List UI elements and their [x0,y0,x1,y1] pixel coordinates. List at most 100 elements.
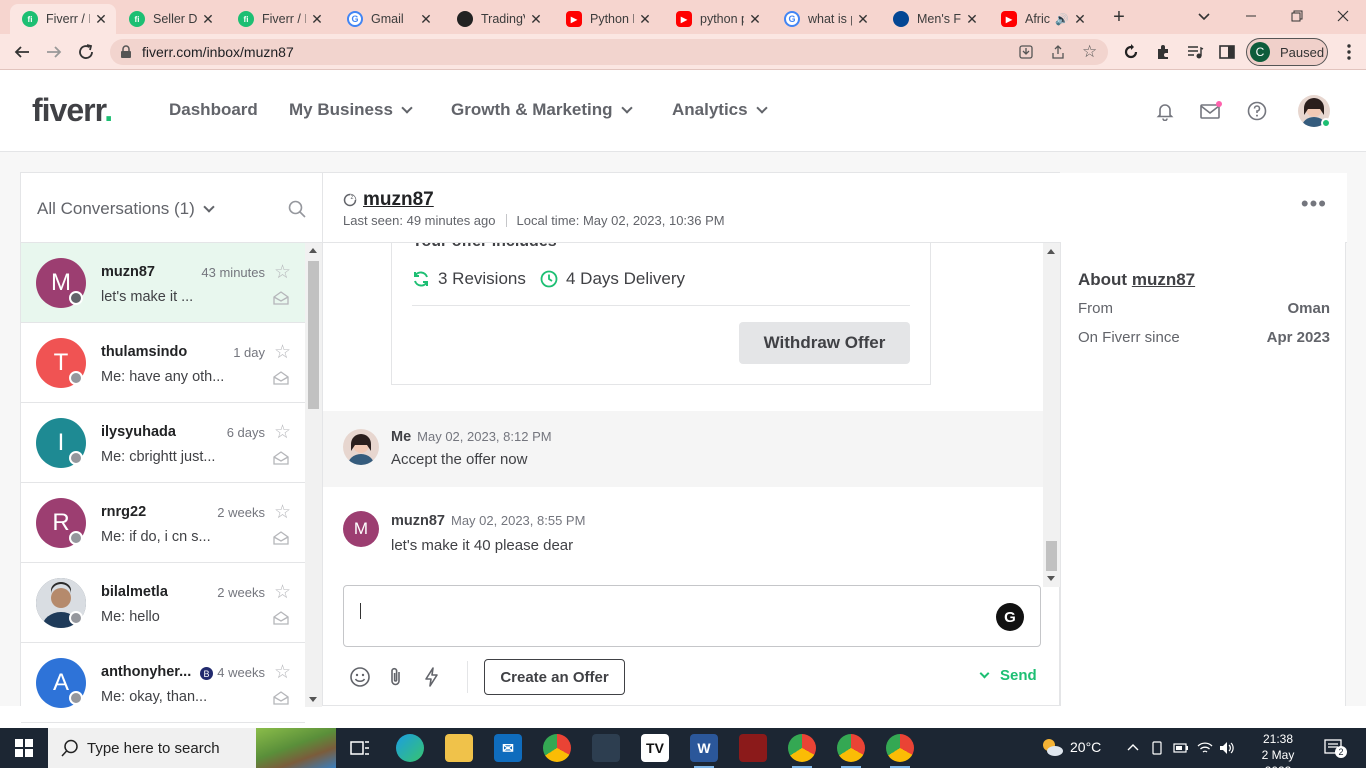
close-tab-icon[interactable]: ✕ [1073,11,1087,28]
star-icon[interactable]: ☆ [274,421,291,444]
chrome-profile-p-icon[interactable] [886,734,914,768]
file-explorer-icon[interactable] [445,734,473,762]
conversation-item[interactable]: Aanthonyher... B 4 weeks Me: okay, than... ☆ [21,643,305,723]
task-view-icon[interactable] [346,734,374,762]
star-icon[interactable]: ☆ [274,661,291,684]
scrollbar-thumb[interactable] [308,261,319,409]
mail-icon[interactable]: ✉ [494,734,522,762]
browser-tab[interactable]: fi Fiverr / I ✕ [226,4,332,34]
star-icon[interactable]: ☆ [274,341,291,364]
conversation-item[interactable]: Rrnrg22 2 weeks Me: if do, i cn s... ☆ [21,483,305,563]
sync-extension-icon[interactable] [1122,43,1140,61]
restore-button[interactable] [1274,0,1320,32]
nav-growth-marketing[interactable]: Growth & Marketing [451,100,633,120]
chevron-down-icon[interactable] [979,668,990,679]
scroll-up-arrow[interactable] [309,248,317,253]
word-icon[interactable]: W [690,734,718,768]
bookmark-star-icon[interactable]: ☆ [1082,43,1100,61]
battery-icon[interactable] [1172,739,1190,757]
chrome-profile-k-icon[interactable] [837,734,865,768]
browser-tab[interactable]: G Gmail ✕ [335,4,441,34]
notifications-icon[interactable]: 2 [1324,738,1347,758]
chevron-up-icon[interactable] [1124,739,1142,757]
mark-read-envelope-icon[interactable] [273,451,289,465]
grammarly-icon[interactable]: G [996,603,1024,631]
back-icon[interactable] [10,40,34,64]
close-tab-icon[interactable]: ✕ [201,11,215,28]
browser-tab[interactable]: Gwhat is p ✕ [772,4,878,34]
notifications-bell-icon[interactable] [1154,100,1176,122]
chrome-icon[interactable] [543,734,571,762]
browser-tab[interactable]: fi Seller Da ✕ [117,4,223,34]
close-tab-icon[interactable]: ✕ [310,11,324,28]
scroll-down-arrow[interactable] [309,697,317,702]
mark-read-envelope-icon[interactable] [273,531,289,545]
close-tab-icon[interactable]: ✕ [419,11,433,28]
system-clock[interactable]: 21:38 2 May 2023 [1248,731,1308,779]
temperature-text[interactable]: 20°C [1070,739,1101,755]
install-icon[interactable] [1018,44,1034,60]
chrome-profile-c-icon[interactable] [788,734,816,768]
chat-contact-name[interactable]: muzn87 [363,189,434,211]
conversation-filter-dropdown[interactable]: All Conversations (1) [37,199,215,219]
reload-icon[interactable] [74,40,98,64]
windows-start-icon[interactable] [15,739,33,757]
close-tab-icon[interactable]: ✕ [965,11,979,28]
message-input[interactable]: G [343,585,1041,647]
nav-dashboard[interactable]: Dashboard [169,100,258,120]
star-icon[interactable]: ☆ [274,261,291,284]
minimize-button[interactable] [1228,0,1274,32]
new-tab-button[interactable]: + [1108,6,1130,28]
send-button[interactable]: Send [979,667,1037,684]
quick-response-icon[interactable] [420,665,444,689]
star-icon[interactable]: ☆ [274,581,291,604]
chrome-menu-icon[interactable] [1340,43,1358,61]
browser-tab[interactable]: ▶ Afric 🔊 ✕ [989,4,1095,34]
wifi-icon[interactable] [1196,739,1214,757]
withdraw-offer-button[interactable]: Withdraw Offer [739,322,910,364]
close-tab-icon[interactable]: ✕ [94,11,108,28]
mark-read-envelope-icon[interactable] [273,611,289,625]
address-bar[interactable]: fiverr.com/inbox/muzn87 ☆ [110,39,1108,65]
close-tab-icon[interactable]: ✕ [856,11,870,28]
close-tab-icon[interactable]: ✕ [529,11,543,28]
profile-button[interactable]: C Paused [1246,38,1328,66]
conversation-item[interactable]: Tthulamsindo 1 day Me: have any oth... ☆ [21,323,305,403]
scroll-up-arrow[interactable] [1047,249,1055,254]
mark-read-envelope-icon[interactable] [273,371,289,385]
browser-tab[interactable]: Men's Fi ✕ [881,4,987,34]
search-icon[interactable] [288,200,306,218]
more-options-icon[interactable]: ••• [1301,191,1327,217]
emoji-icon[interactable] [348,665,372,689]
weather-icon[interactable] [1040,736,1064,758]
messages-envelope-icon[interactable] [1200,100,1222,122]
conversation-item[interactable]: Mmuzn87 43 minutes let's make it ... ☆ [21,243,305,323]
share-icon[interactable] [1050,44,1066,60]
create-offer-button[interactable]: Create an Offer [484,659,625,695]
close-window-button[interactable] [1320,0,1366,32]
extensions-icon[interactable] [1154,43,1172,61]
volume-icon[interactable] [1218,739,1236,757]
scroll-down-arrow[interactable] [1047,576,1055,581]
browser-tab[interactable]: ▶ Python F ✕ [554,4,660,34]
mark-read-envelope-icon[interactable] [273,291,289,305]
winrar-icon[interactable] [739,734,767,762]
close-tab-icon[interactable]: ✕ [748,11,762,28]
conversation-list-scrollbar[interactable] [305,243,322,707]
about-username[interactable]: muzn87 [1132,270,1195,289]
nav-my-business[interactable]: My Business [289,100,413,120]
tradingview-icon[interactable]: TV [641,734,669,762]
star-icon[interactable]: ☆ [274,501,291,524]
browser-tab[interactable]: TradingV ✕ [445,4,551,34]
conversation-item[interactable]: Iilysyuhada 6 days Me: cbrightt just... ☆ [21,403,305,483]
app-icon[interactable] [592,734,620,762]
help-icon[interactable] [1246,100,1268,122]
nav-analytics[interactable]: Analytics [672,100,768,120]
device-icon[interactable] [1148,739,1166,757]
taskbar-search-box[interactable]: Type here to search [48,728,336,768]
forward-icon[interactable] [42,40,66,64]
media-controls-icon[interactable] [1186,43,1204,61]
audio-playing-icon[interactable]: 🔊 [1055,13,1069,26]
browser-tab[interactable]: fi Fiverr / I ✕ [10,4,116,34]
tab-search-icon[interactable] [1196,8,1212,24]
